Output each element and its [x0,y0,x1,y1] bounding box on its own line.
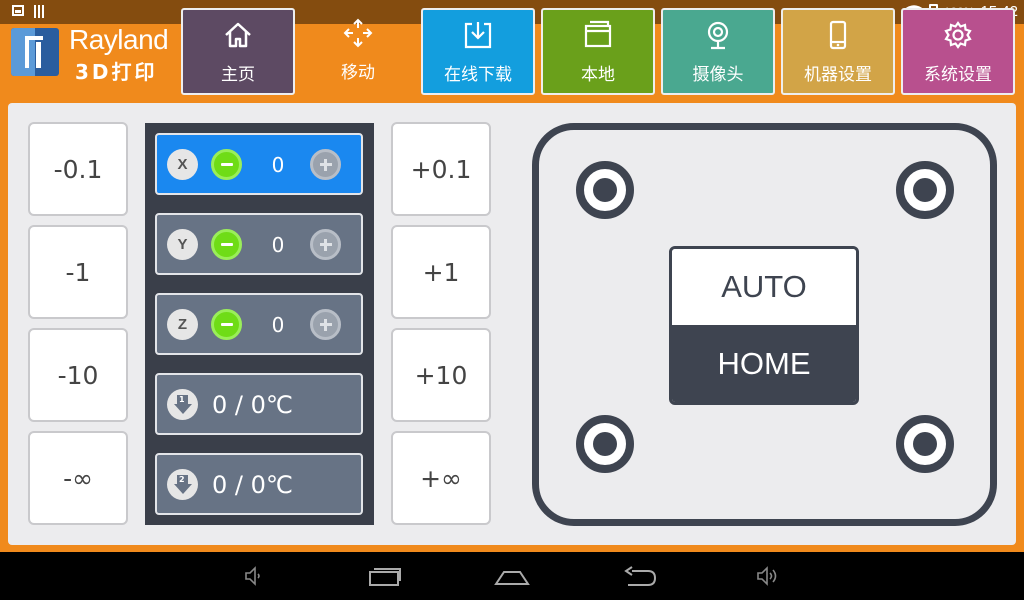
gallery-notification-icon [12,5,24,16]
minus-icon[interactable] [211,309,242,340]
nav-online-download-label: 在线下载 [444,65,512,85]
bed-corner-top-left-button[interactable] [576,161,634,219]
nav-local-label: 本地 [581,65,615,85]
step-plus-1-button[interactable]: +1 [391,225,491,319]
extruder-1-icon: 1 [167,389,198,420]
brand-subtitle: 3D打印 [75,60,158,84]
auto-home-group: AUTO HOME [669,246,859,405]
extruder-2-temperature: 0 / 0℃ [212,471,293,499]
download-icon [461,18,495,52]
axis-letter: X [167,149,198,180]
minus-icon[interactable] [211,149,242,180]
nav-move-label: 移动 [341,63,375,83]
nav-machine-settings-button[interactable]: 机器设置 [781,8,895,95]
auto-button[interactable]: AUTO [672,249,856,325]
volume-up-icon[interactable] [756,564,780,588]
plus-icon[interactable] [310,229,341,260]
phone-icon [821,18,855,52]
brand-logo: Rayland 3D打印 [11,24,181,86]
move-icon [341,16,375,50]
plus-icon[interactable] [310,149,341,180]
home-icon [221,18,255,52]
volume-down-icon[interactable] [244,564,264,588]
nav-system-settings-label: 系统设置 [924,65,992,85]
nav-camera-button[interactable]: 摄像头 [661,8,775,95]
gear-icon [941,18,975,52]
axis-letter: Z [167,309,198,340]
extruder-2-temp-row[interactable]: 2 0 / 0℃ [155,453,363,515]
back-icon[interactable] [622,564,658,588]
print-bed-diagram: AUTO HOME [532,123,997,526]
bed-corner-top-right-button[interactable] [896,161,954,219]
axis-row-z[interactable]: Z 0 [155,293,363,355]
axis-value: 0 [271,152,285,177]
step-minus-0.1-button[interactable]: -0.1 [28,122,128,216]
step-minus-10-button[interactable]: -10 [28,328,128,422]
extruder-1-temperature: 0 / 0℃ [212,391,293,419]
folder-icon [581,18,615,52]
bed-corner-bottom-right-button[interactable] [896,415,954,473]
home-nav-icon[interactable] [494,564,530,588]
axis-value: 0 [271,312,285,337]
barcode-notification-icon [34,5,46,18]
nav-machine-settings-label: 机器设置 [804,65,872,85]
extruder-1-temp-row[interactable]: 1 0 / 0℃ [155,373,363,435]
plus-icon[interactable] [310,309,341,340]
nav-camera-label: 摄像头 [692,65,744,85]
nav-system-settings-button[interactable]: 系统设置 [901,8,1015,95]
home-button[interactable]: HOME [672,325,856,402]
step-minus-infinity-button[interactable]: -∞ [28,431,128,525]
nav-online-download-button[interactable]: 在线下载 [421,8,535,95]
move-control-panel: -0.1 -1 -10 -∞ X 0 Y 0 Z 0 1 0 / 0℃ 2 0 [8,103,1016,545]
axis-row-y[interactable]: Y 0 [155,213,363,275]
logo-icon [11,28,59,76]
step-minus-1-button[interactable]: -1 [28,225,128,319]
system-nav-bar [0,552,1024,600]
camera-icon [701,18,735,52]
step-plus-10-button[interactable]: +10 [391,328,491,422]
status-notifications [12,5,46,18]
axis-value: 0 [271,232,285,257]
nav-local-button[interactable]: 本地 [541,8,655,95]
step-plus-0.1-button[interactable]: +0.1 [391,122,491,216]
axis-control-box: X 0 Y 0 Z 0 1 0 / 0℃ 2 0 / 0℃ [145,123,374,525]
nav-home-button[interactable]: 主页 [181,8,295,95]
axis-row-x[interactable]: X 0 [155,133,363,195]
recent-apps-icon[interactable] [368,564,402,588]
extruder-2-icon: 2 [167,469,198,500]
step-plus-infinity-button[interactable]: +∞ [391,431,491,525]
bed-corner-bottom-left-button[interactable] [576,415,634,473]
nav-move-button[interactable]: 移动 [301,8,415,95]
nav-home-label: 主页 [221,65,255,85]
axis-letter: Y [167,229,198,260]
minus-icon[interactable] [211,229,242,260]
brand-name: Rayland [69,24,169,55]
